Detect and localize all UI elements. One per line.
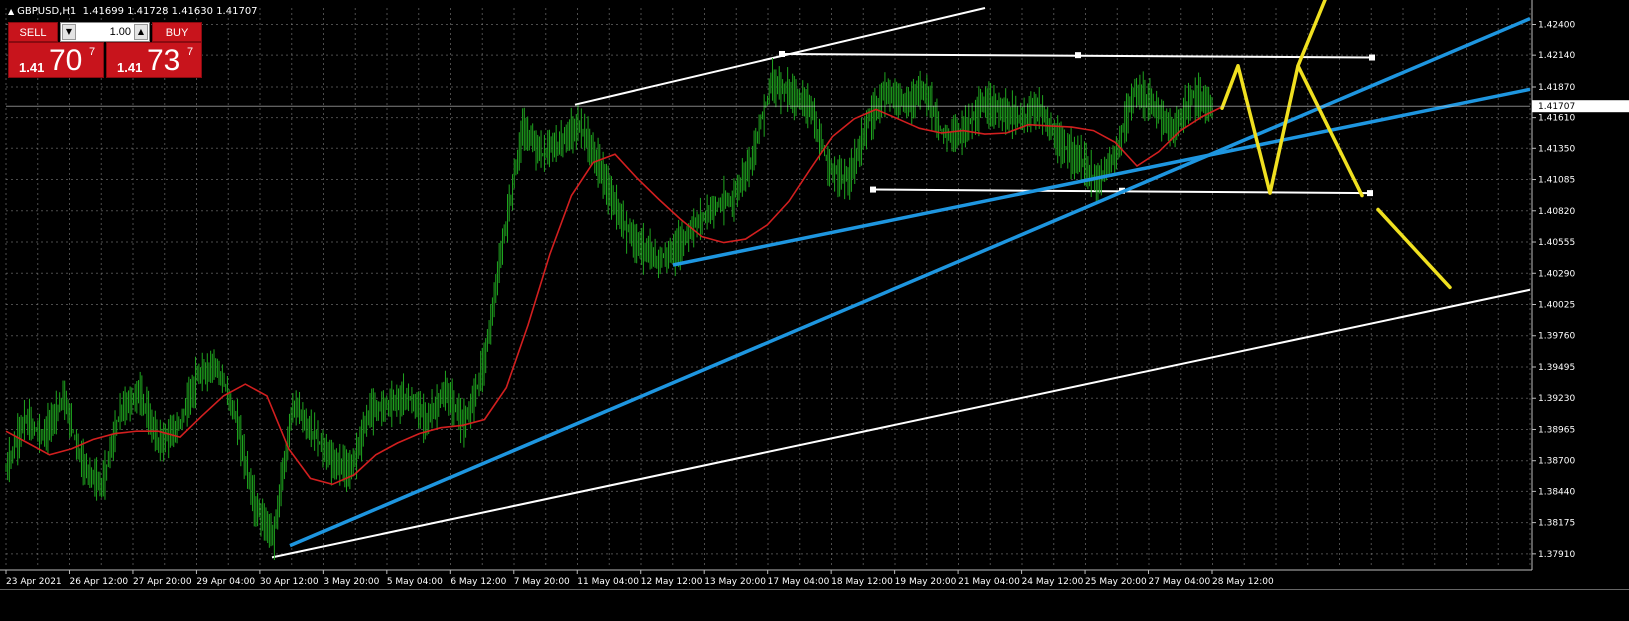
chart-title: ▲ GBPUSD,H1 1.41699 1.41728 1.41630 1.417… <box>8 6 258 17</box>
buy-price-fraction: 7 <box>187 46 194 58</box>
time-tick-label: 3 May 20:00 <box>323 577 379 587</box>
price-chart[interactable]: 1.42400 1.42140 1.41870 1.41610 1.41350 1.410… <box>0 0 1629 620</box>
buy-button[interactable]: BUY <box>152 22 202 42</box>
chart-background <box>0 0 1629 589</box>
chart-tabs-strip <box>0 589 1629 621</box>
sell-price[interactable]: 1.41 70 7 <box>8 42 104 78</box>
price-tick-label: 1.41870 <box>1538 83 1575 93</box>
lot-size-input[interactable] <box>77 24 133 40</box>
price-tick-label: 1.38175 <box>1538 519 1575 529</box>
lot-decrease-icon[interactable]: ▼ <box>62 24 76 40</box>
price-tick-label: 1.40820 <box>1538 207 1575 217</box>
price-tick-label: 1.41085 <box>1538 176 1575 186</box>
time-tick-label: 23 Apr 2021 <box>6 577 62 587</box>
price-tick-label: 1.38700 <box>1538 457 1575 467</box>
buy-price-prefix: 1.41 <box>117 60 143 75</box>
time-tick-label: 11 May 04:00 <box>577 577 639 587</box>
time-tick-label: 13 May 20:00 <box>704 577 766 587</box>
price-tick-label: 1.39495 <box>1538 363 1575 373</box>
time-tick-label: 26 Apr 12:00 <box>69 577 128 587</box>
sell-button[interactable]: SELL <box>8 22 58 42</box>
one-click-trading-panel: SELL ▼ ▲ BUY 1.41 70 7 1.41 73 7 <box>8 22 202 78</box>
symbol-title: GBPUSD,H1 <box>17 6 77 17</box>
time-tick-label: 18 May 12:00 <box>831 577 893 587</box>
line-anchor-handle <box>1075 52 1081 59</box>
time-tick-label: 30 Apr 12:00 <box>260 577 319 587</box>
line-anchor-handle <box>1369 54 1375 61</box>
line-anchor-handle <box>779 50 785 57</box>
time-tick-label: 29 Apr 04:00 <box>196 577 255 587</box>
time-tick-label: 27 Apr 20:00 <box>133 577 192 587</box>
time-tick-label: 6 May 12:00 <box>450 577 506 587</box>
price-tick-label: 1.42140 <box>1538 51 1575 61</box>
ohlc-values: 1.41699 1.41728 1.41630 1.41707 <box>82 6 258 17</box>
price-tick-label: 1.38440 <box>1538 487 1575 497</box>
buy-price-pips: 73 <box>147 44 181 77</box>
time-tick-label: 24 May 12:00 <box>1022 577 1084 587</box>
line-anchor-handle <box>1367 190 1373 197</box>
time-tick-label: 7 May 20:00 <box>514 577 570 587</box>
price-tick-label: 1.41610 <box>1538 114 1575 124</box>
buy-price[interactable]: 1.41 73 7 <box>106 42 202 78</box>
price-tick-label: 1.39760 <box>1538 332 1575 342</box>
sell-price-pips: 70 <box>49 44 83 77</box>
sell-price-fraction: 7 <box>89 46 96 58</box>
time-tick-label: 17 May 04:00 <box>768 577 830 587</box>
lot-increase-icon[interactable]: ▲ <box>134 24 148 40</box>
price-tick-label: 1.42400 <box>1538 21 1575 31</box>
time-tick-label: 21 May 04:00 <box>958 577 1020 587</box>
price-tick-label: 1.41350 <box>1538 144 1575 154</box>
time-tick-label: 19 May 20:00 <box>895 577 957 587</box>
price-tick-label: 1.39230 <box>1538 394 1575 404</box>
time-tick-label: 12 May 12:00 <box>641 577 703 587</box>
line-anchor-handle <box>870 186 876 193</box>
collapse-triangle-icon[interactable]: ▲ <box>8 7 14 16</box>
sell-price-prefix: 1.41 <box>19 60 45 75</box>
price-tick-label: 1.38965 <box>1538 425 1575 435</box>
time-tick-label: 5 May 04:00 <box>387 577 443 587</box>
time-tick-label: 28 May 12:00 <box>1212 577 1274 587</box>
lot-size-stepper[interactable]: ▼ ▲ <box>60 22 150 42</box>
time-tick-label: 27 May 04:00 <box>1149 577 1211 587</box>
price-tick-label: 1.40290 <box>1538 269 1575 279</box>
current-price-label: 1.41707 <box>1538 102 1575 112</box>
time-tick-label: 25 May 20:00 <box>1085 577 1147 587</box>
price-tick-label: 1.40555 <box>1538 238 1575 248</box>
price-tick-label: 1.40025 <box>1538 301 1575 311</box>
price-tick-label: 1.37910 <box>1538 550 1575 560</box>
